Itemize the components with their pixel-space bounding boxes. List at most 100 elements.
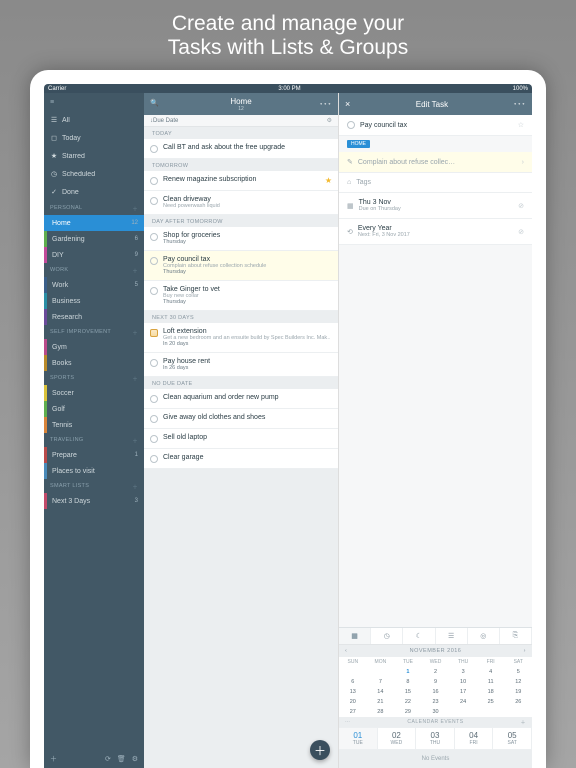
task-row[interactable]: Pay council taxComplain about refuse col… bbox=[144, 251, 338, 281]
add-icon[interactable]: ＋ bbox=[132, 375, 138, 383]
checkbox-icon[interactable] bbox=[150, 435, 158, 443]
sidebar-smart-item[interactable]: ◷Scheduled bbox=[44, 165, 144, 183]
settings-icon[interactable]: ⚙ bbox=[132, 755, 138, 763]
tab-list-icon[interactable]: ☰ bbox=[436, 628, 468, 644]
calendar-day[interactable]: 9 bbox=[422, 677, 450, 687]
calendar-day[interactable]: 8 bbox=[394, 677, 422, 687]
calendar-day[interactable]: 7 bbox=[367, 677, 395, 687]
list-tag[interactable]: HOME bbox=[347, 140, 370, 148]
calendar-day[interactable]: 12 bbox=[504, 677, 532, 687]
calendar-day[interactable]: 21 bbox=[367, 697, 395, 707]
event-day[interactable]: 03THU bbox=[416, 728, 455, 749]
calendar-day[interactable]: 17 bbox=[449, 687, 477, 697]
task-row[interactable]: Take Ginger to vetBuy new collarThursday bbox=[144, 281, 338, 311]
event-day[interactable]: 01TUE bbox=[339, 728, 378, 749]
checkbox-icon[interactable] bbox=[150, 395, 158, 403]
calendar-day[interactable]: 14 bbox=[367, 687, 395, 697]
checkbox-icon[interactable] bbox=[150, 145, 158, 153]
calendar-day[interactable]: 18 bbox=[477, 687, 505, 697]
task-row[interactable]: Sell old laptop bbox=[144, 429, 338, 449]
task-row[interactable]: Loft extensionGet a new bedroom and an e… bbox=[144, 323, 338, 353]
sidebar-smart-item[interactable]: ✓Done bbox=[44, 183, 144, 201]
calendar-day[interactable]: 19 bbox=[504, 687, 532, 697]
calendar-day[interactable]: 26 bbox=[504, 697, 532, 707]
checkbox-icon[interactable] bbox=[150, 359, 158, 367]
add-icon[interactable]: ＋ bbox=[132, 437, 138, 445]
calendar-day[interactable]: 3 bbox=[449, 667, 477, 677]
checkbox-icon[interactable] bbox=[150, 177, 158, 185]
task-row[interactable]: Clean aquarium and order new pump bbox=[144, 389, 338, 409]
calendar-day[interactable]: 6 bbox=[339, 677, 367, 687]
sidebar-list-item[interactable]: Soccer bbox=[44, 385, 144, 401]
calendar-day[interactable] bbox=[339, 667, 367, 677]
add-icon[interactable]: ＋ bbox=[132, 267, 138, 275]
calendar-day[interactable] bbox=[367, 667, 395, 677]
add-icon[interactable]: ＋ bbox=[132, 205, 138, 213]
tab-calendar-icon[interactable]: ▦ bbox=[339, 628, 371, 644]
checkbox-icon[interactable] bbox=[347, 121, 355, 129]
next-month-icon[interactable]: › bbox=[524, 648, 526, 654]
add-icon[interactable]: ＋ bbox=[132, 329, 138, 337]
sidebar-list-item[interactable]: Research bbox=[44, 309, 144, 325]
calendar-day[interactable]: 4 bbox=[477, 667, 505, 677]
sort-bar[interactable]: ↓Due Date⚙ bbox=[144, 115, 338, 127]
calendar-day[interactable]: 16 bbox=[422, 687, 450, 697]
sidebar-list-item[interactable]: Gym bbox=[44, 339, 144, 355]
calendar-day[interactable]: 29 bbox=[394, 707, 422, 717]
sidebar-list-item[interactable]: Golf bbox=[44, 401, 144, 417]
sidebar-list-item[interactable]: Books bbox=[44, 355, 144, 371]
repeat-row[interactable]: ⟲ Every YearNext: Fri, 3 Nov 2017 ⊘ bbox=[339, 219, 532, 245]
task-row[interactable]: Clear garage bbox=[144, 449, 338, 469]
calendar-day[interactable]: 10 bbox=[449, 677, 477, 687]
due-date-row[interactable]: ▦ Thu 3 NovDue on Thursday ⊘ bbox=[339, 193, 532, 219]
task-row[interactable]: Renew magazine subscription ★ bbox=[144, 171, 338, 191]
sidebar-list-item[interactable]: Places to visit bbox=[44, 463, 144, 479]
calendar-day[interactable]: 1 bbox=[394, 667, 422, 677]
calendar-day[interactable]: 28 bbox=[367, 707, 395, 717]
sidebar-smart-item[interactable]: ☰All bbox=[44, 111, 144, 129]
task-title-row[interactable]: Pay council tax ☆ bbox=[339, 115, 532, 136]
checkbox-icon[interactable] bbox=[150, 287, 158, 295]
sidebar-list-item[interactable]: Prepare1 bbox=[44, 447, 144, 463]
calendar-day[interactable]: 25 bbox=[477, 697, 505, 707]
star-icon[interactable]: ★ bbox=[325, 176, 332, 185]
calendar-day[interactable]: 2 bbox=[422, 667, 450, 677]
search-icon[interactable]: 🔍 bbox=[150, 99, 159, 107]
calendar-day[interactable]: 23 bbox=[422, 697, 450, 707]
tab-attach-icon[interactable]: ⎘ bbox=[500, 628, 532, 644]
calendar-day[interactable] bbox=[449, 707, 477, 717]
checkbox-icon[interactable] bbox=[150, 455, 158, 463]
event-day[interactable]: 04FRI bbox=[455, 728, 494, 749]
task-row[interactable]: Clean drivewayNeed powerwash liquid bbox=[144, 191, 338, 215]
calendar-day[interactable]: 13 bbox=[339, 687, 367, 697]
clear-icon[interactable]: ⊘ bbox=[518, 228, 524, 236]
sidebar-list-item[interactable]: DIY9 bbox=[44, 247, 144, 263]
sync-icon[interactable]: ⟳ bbox=[105, 755, 111, 763]
calendar-day[interactable]: 5 bbox=[504, 667, 532, 677]
menu-button[interactable]: ≡ bbox=[44, 93, 144, 111]
event-day[interactable]: 02WED bbox=[378, 728, 417, 749]
add-icon[interactable]: ＋ bbox=[132, 483, 138, 491]
calendar-day[interactable]: 30 bbox=[422, 707, 450, 717]
checkbox-icon[interactable] bbox=[150, 257, 158, 265]
sidebar-list-item[interactable]: Next 3 Days3 bbox=[44, 493, 144, 509]
note-row[interactable]: ✎ Complain about refuse collec… › bbox=[339, 152, 532, 173]
add-event-icon[interactable]: ＋ bbox=[520, 719, 526, 726]
prev-month-icon[interactable]: ‹ bbox=[345, 648, 347, 654]
task-row[interactable]: Call BT and ask about the free upgrade bbox=[144, 139, 338, 159]
tab-clock-icon[interactable]: ◷ bbox=[371, 628, 403, 644]
sidebar-list-item[interactable]: Home12 bbox=[44, 215, 144, 231]
checkbox-icon[interactable] bbox=[150, 233, 158, 241]
sidebar-list-item[interactable]: Gardening6 bbox=[44, 231, 144, 247]
calendar-day[interactable] bbox=[477, 707, 505, 717]
calendar-day[interactable]: 15 bbox=[394, 687, 422, 697]
add-list-button[interactable]: ＋ bbox=[50, 754, 57, 764]
add-task-button[interactable]: ＋ bbox=[310, 740, 330, 760]
calendar-day[interactable]: 20 bbox=[339, 697, 367, 707]
sidebar-list-item[interactable]: Business bbox=[44, 293, 144, 309]
checkbox-icon[interactable] bbox=[150, 329, 158, 337]
gear-icon[interactable]: ⚙ bbox=[327, 117, 332, 124]
tab-location-icon[interactable]: ◎ bbox=[468, 628, 500, 644]
tags-row[interactable]: ⌂ Tags bbox=[339, 173, 532, 193]
calendar-day[interactable]: 11 bbox=[477, 677, 505, 687]
